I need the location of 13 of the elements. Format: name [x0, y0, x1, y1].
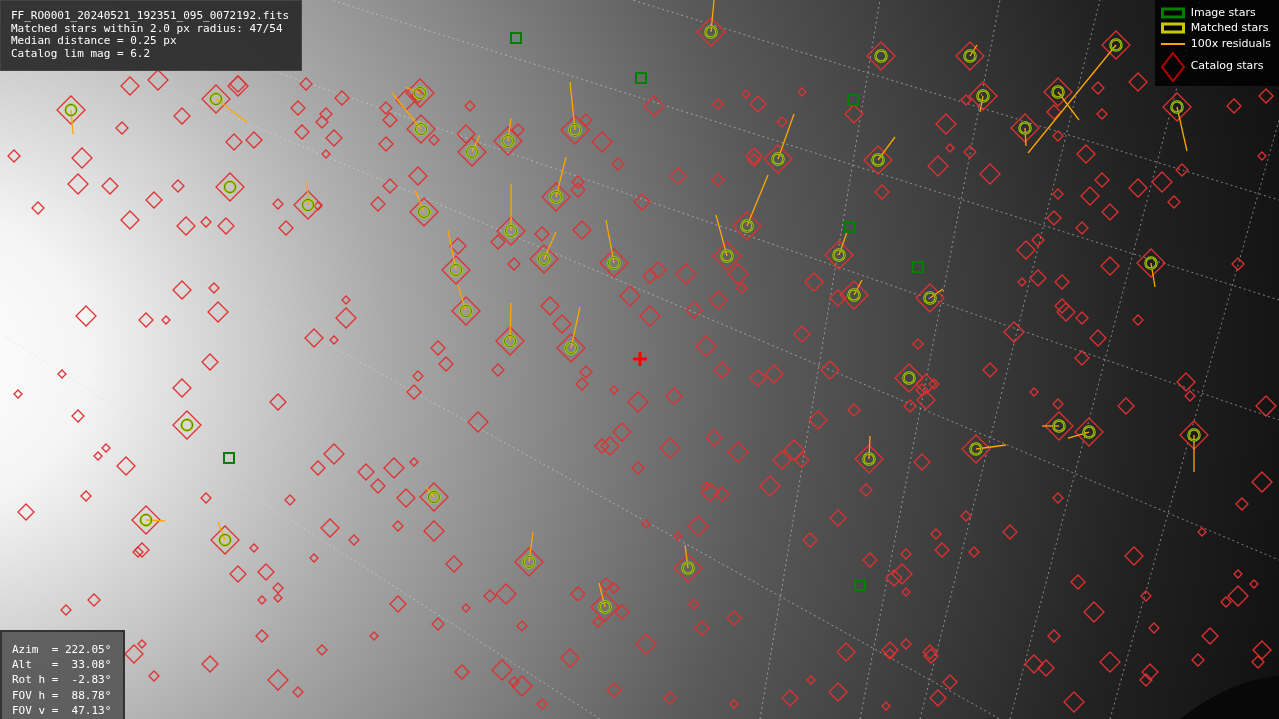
pointing-text: FOV v = 47.13° — [12, 702, 112, 718]
info-text: Median distance = 0.25 px — [11, 35, 178, 48]
legend-label: Image stars — [1190, 6, 1256, 19]
pointing-text: FOV h = 88.78° — [12, 687, 112, 703]
pointing-text: Azim = 222.05° — [12, 642, 112, 658]
legend-label: Matched stars — [1190, 22, 1269, 35]
legend-label: 100x residuals — [1190, 37, 1271, 50]
pointing-text: Alt = 33.08° — [12, 657, 112, 673]
pointing-text: Rot h = -2.83° — [12, 672, 112, 688]
info-text: Matched stars within 2.0 px radius: 47/54 — [11, 22, 283, 35]
info-text: FF_RO0001_20240521_192351_095_0072192.fits — [11, 10, 290, 23]
info-text: Catalog lim mag = 6.2 — [11, 47, 152, 60]
legend-label: Catalog stars — [1190, 60, 1264, 73]
